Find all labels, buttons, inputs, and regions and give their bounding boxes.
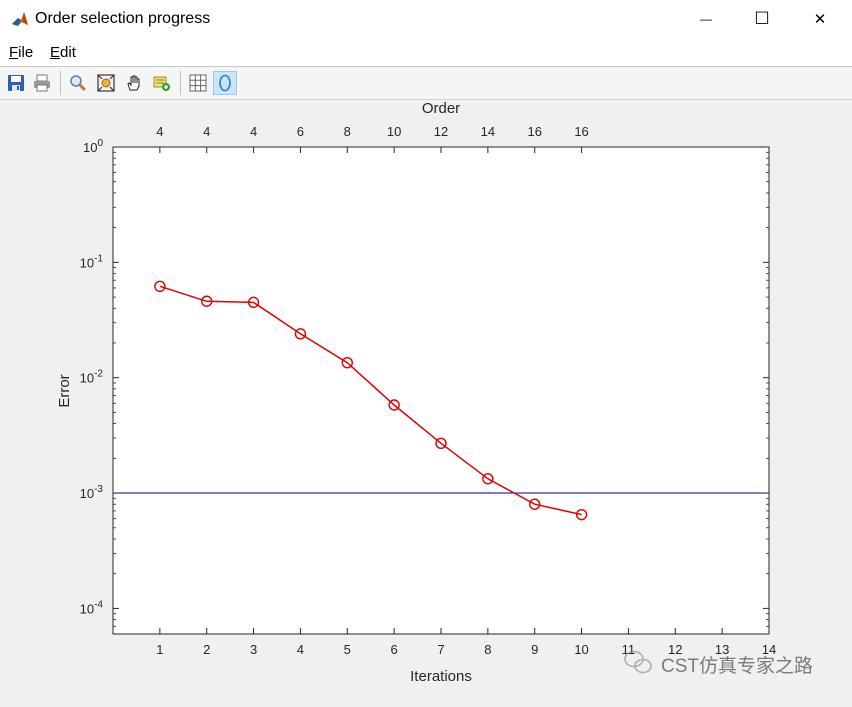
x-tick-label: 7 (437, 642, 444, 657)
y-tick-label: 10-2 (80, 369, 104, 386)
menu-edit[interactable]: Edit (50, 44, 76, 61)
y-tick-label: 10-3 (80, 484, 104, 501)
top-tick-label: 12 (434, 124, 448, 139)
x-tick-label: 9 (531, 642, 538, 657)
x-tick-label: 8 (484, 642, 491, 657)
data-cursor-icon (153, 76, 170, 91)
zoom-fit-icon (97, 74, 115, 92)
y-tick-label: 10-4 (80, 599, 104, 616)
top-tick-label: 4 (156, 124, 163, 139)
x-tick-label: 13 (715, 642, 729, 657)
menu-bar: File Edit (0, 38, 852, 67)
y-tick-label: 100 (83, 138, 103, 155)
zoom-in-button[interactable] (66, 71, 90, 95)
plot-background (113, 147, 769, 634)
grid-icon (189, 74, 207, 92)
menu-file-accel: F (9, 44, 19, 61)
matlab-app-icon (10, 9, 30, 29)
save-button[interactable] (4, 71, 28, 95)
figure-toolbar (0, 67, 852, 100)
zoom-in-icon (70, 75, 87, 92)
top-tick-label: 16 (527, 124, 541, 139)
chart: 1 2 3 4 5 6 7 8 9 10 11 12 13 144 4 4 6 8 10 12 14 16 1610-410… (56, 100, 813, 685)
x-tick-label: 11 (622, 642, 636, 657)
toolbar-separator (180, 71, 181, 95)
toolbar-separator (60, 71, 61, 95)
x-tick-label: 12 (668, 642, 682, 657)
minimize-button[interactable]: — (683, 0, 729, 38)
x-tick-label: 10 (574, 642, 588, 657)
top-tick-label: 10 (387, 124, 401, 139)
top-tick-label: 4 (203, 124, 210, 139)
figure-area: 1 2 3 4 5 6 7 8 9 10 11 12 13 14 4 4 4 6 8 10 12 14 16 16 10-4 10… (1, 100, 851, 702)
watermark: CST仿真专家之路 (624, 650, 813, 677)
top-tick-label: 14 (481, 124, 495, 139)
x-tick-label: 4 (297, 642, 304, 657)
top-axis-title: Order (422, 100, 460, 117)
top-tick-label: 6 (297, 124, 304, 139)
top-tick-label: 4 (250, 124, 257, 139)
print-button[interactable] (30, 71, 54, 95)
menu-edit-rest: dit (60, 44, 76, 61)
close-button[interactable]: ✕ (797, 0, 843, 38)
ellipse-button[interactable] (213, 71, 237, 95)
watermark-text: CST仿真专家之路 (661, 655, 813, 677)
x-tick-label: 3 (250, 642, 257, 657)
x-tick-label: 14 (762, 642, 776, 657)
x-tick-label: 5 (344, 642, 351, 657)
window-title: Order selection progress (35, 10, 211, 27)
pan-button[interactable] (122, 71, 146, 95)
title-bar: Order selection progress — ☐ ✕ (0, 0, 852, 38)
pan-hand-icon (127, 75, 140, 91)
ellipse-icon (219, 74, 231, 92)
zoom-fit-button[interactable] (94, 71, 118, 95)
x-tick-label: 2 (203, 642, 210, 657)
menu-file-rest: ile (18, 44, 34, 61)
minimize-icon: — (700, 12, 712, 26)
y-axis-title: Error (56, 374, 73, 407)
top-tick-label: 8 (344, 124, 351, 139)
maximize-icon: ☐ (754, 9, 770, 28)
print-icon (34, 74, 50, 92)
x-tick-label: 6 (391, 642, 398, 657)
maximize-button[interactable]: ☐ (739, 0, 785, 38)
save-icon (8, 75, 24, 91)
x-axis-title: Iterations (410, 668, 472, 685)
y-tick-label: 10-1 (80, 253, 104, 270)
grid-button[interactable] (186, 71, 210, 95)
x-tick-label: 1 (156, 642, 163, 657)
close-icon: ✕ (813, 11, 827, 28)
menu-file[interactable]: File (9, 44, 33, 61)
data-cursor-button[interactable] (150, 71, 174, 95)
menu-edit-accel: E (50, 44, 61, 61)
top-tick-label: 16 (574, 124, 588, 139)
